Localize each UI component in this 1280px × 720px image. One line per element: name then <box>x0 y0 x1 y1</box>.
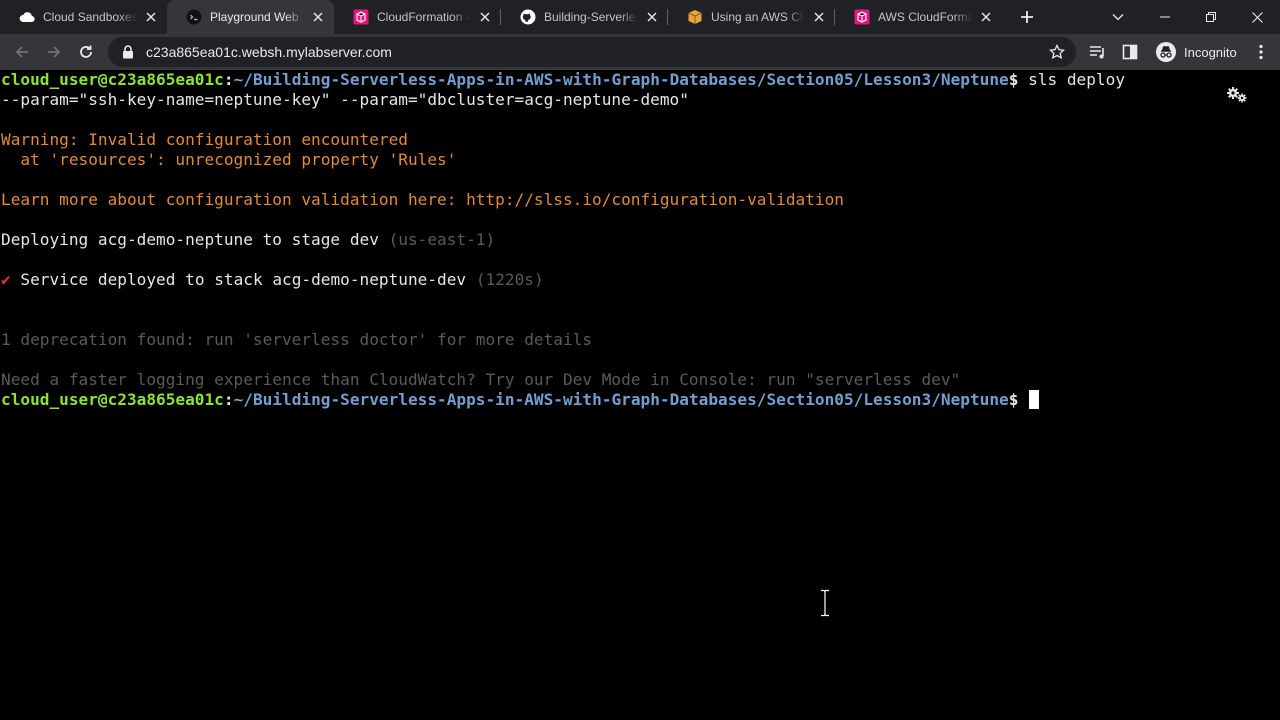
window-controls <box>1142 0 1280 34</box>
github-icon <box>520 9 536 25</box>
url-text[interactable]: c23a865ea01c.websh.mylabserver.com <box>146 44 392 60</box>
tab-playground-web-terminal[interactable]: Playground Web Terminal <box>167 0 334 34</box>
incognito-icon <box>1156 42 1176 62</box>
tip-line: Need a faster logging experience than Cl… <box>1 370 961 389</box>
more-vertical-icon <box>1259 44 1263 60</box>
side-panel-button[interactable] <box>1114 36 1146 68</box>
tab-title: AWS CloudFormation <box>878 10 972 24</box>
cloudformation-icon <box>353 9 369 25</box>
prompt-symbol: $ <box>1008 70 1019 89</box>
media-control-button[interactable] <box>1082 36 1114 68</box>
new-tab-button[interactable] <box>1012 0 1042 34</box>
command-continuation: --param="ssh-key-name=neptune-key" --par… <box>1 90 689 109</box>
chevron-down-icon <box>1112 14 1124 21</box>
close-icon[interactable] <box>978 9 994 25</box>
tab-aws-cloudformation[interactable]: AWS CloudFormation <box>835 0 1002 34</box>
minimize-button[interactable] <box>1142 0 1188 34</box>
deprecation-line: 1 deprecation found: run 'serverless doc… <box>1 330 593 349</box>
close-icon[interactable] <box>143 9 159 25</box>
browser-menu-button[interactable] <box>1247 36 1275 68</box>
cloud-guru-icon <box>19 9 35 25</box>
arrow-right-icon <box>48 46 61 58</box>
close-icon[interactable] <box>811 9 827 25</box>
side-panel-icon <box>1122 44 1138 60</box>
browser-toolbar: c23a865ea01c.websh.mylabserver.com Incog… <box>0 34 1280 70</box>
cloudformation-icon <box>854 9 870 25</box>
prompt-path: ~/Building-Serverless-Apps-in-AWS-with-G… <box>233 70 1009 89</box>
ibeam-cursor-icon <box>821 589 829 617</box>
restore-button[interactable] <box>1188 0 1234 34</box>
prompt-user: cloud_user@c23a865ea01c <box>1 390 224 409</box>
reload-icon <box>80 45 92 58</box>
minimize-icon <box>1160 16 1170 18</box>
terminal-command-line: cloud_user@c23a865ea01c:~/Building-Serve… <box>1 70 1126 89</box>
close-icon[interactable] <box>644 9 660 25</box>
tab-title: Building-Serverless-Apps <box>544 10 638 24</box>
deploying-text: Deploying acg-demo-neptune to stage dev <box>1 230 379 249</box>
close-window-button[interactable] <box>1234 0 1280 34</box>
forward-button[interactable] <box>38 36 70 68</box>
tab-title: Cloud Sandboxes - A Cloud Guru <box>43 10 137 24</box>
plus-icon <box>1021 11 1033 23</box>
deployed-time: (1220s) <box>475 270 544 289</box>
lock-icon[interactable] <box>120 44 136 60</box>
playlist-icon <box>1090 46 1104 59</box>
back-button[interactable] <box>6 36 38 68</box>
text-cursor <box>1029 390 1040 409</box>
terminal-prompt-line[interactable]: cloud_user@c23a865ea01c:~/Building-Serve… <box>1 390 1040 410</box>
tab-search-button[interactable] <box>1106 0 1130 34</box>
tab-using-an-aws-cloud[interactable]: Using an AWS Cloud <box>668 0 835 34</box>
reload-button[interactable] <box>70 36 102 68</box>
deploying-line: Deploying acg-demo-neptune to stage dev … <box>1 230 495 250</box>
tab-building-serverless[interactable]: Building-Serverless-Apps <box>501 0 668 34</box>
warning-line: Warning: Invalid configuration encounter… <box>1 130 408 149</box>
tab-cloudformation-stack[interactable]: CloudFormation - Stack <box>334 0 501 34</box>
tab-strip: Cloud Sandboxes - A Cloud Guru Playgroun… <box>0 0 1280 34</box>
address-bar[interactable]: c23a865ea01c.websh.mylabserver.com <box>108 37 1076 67</box>
prompt-symbol: $ <box>1008 390 1019 409</box>
tab-title: CloudFormation - Stack <box>377 10 471 24</box>
tab-cloud-sandboxes[interactable]: Cloud Sandboxes - A Cloud Guru <box>0 0 167 34</box>
close-icon[interactable] <box>310 9 326 25</box>
prompt-user: cloud_user@c23a865ea01c <box>1 70 224 89</box>
tab-title: Playground Web Terminal <box>210 10 304 24</box>
arrow-left-icon <box>15 46 28 58</box>
tab-title: Using an AWS Cloud <box>711 10 805 24</box>
terminal-icon <box>186 9 202 25</box>
deployed-line: ✔ Service deployed to stack acg-demo-nep… <box>1 270 544 290</box>
deploying-region: (us-east-1) <box>388 230 496 249</box>
prompt-path: ~/Building-Serverless-Apps-in-AWS-with-G… <box>233 390 1009 409</box>
close-icon <box>1251 11 1263 23</box>
close-icon[interactable] <box>477 9 493 25</box>
incognito-label: Incognito <box>1184 44 1237 60</box>
terminal-settings-gear-icon[interactable] <box>1226 86 1248 104</box>
aws-box-icon <box>687 9 703 25</box>
bookmark-star-icon[interactable] <box>1048 43 1066 61</box>
deployed-text: Service deployed to stack acg-demo-neptu… <box>20 270 467 289</box>
check-mark-icon: ✔ <box>1 270 11 289</box>
command-text: sls deploy <box>1028 70 1126 89</box>
warning-detail-line: at 'resources': unrecognized property 'R… <box>1 150 457 169</box>
restore-icon <box>1206 12 1216 22</box>
learn-more-line: Learn more about configuration validatio… <box>1 190 844 209</box>
web-terminal[interactable]: cloud_user@c23a865ea01c:~/Building-Serve… <box>0 70 1280 720</box>
incognito-profile-button[interactable]: Incognito <box>1150 38 1247 66</box>
